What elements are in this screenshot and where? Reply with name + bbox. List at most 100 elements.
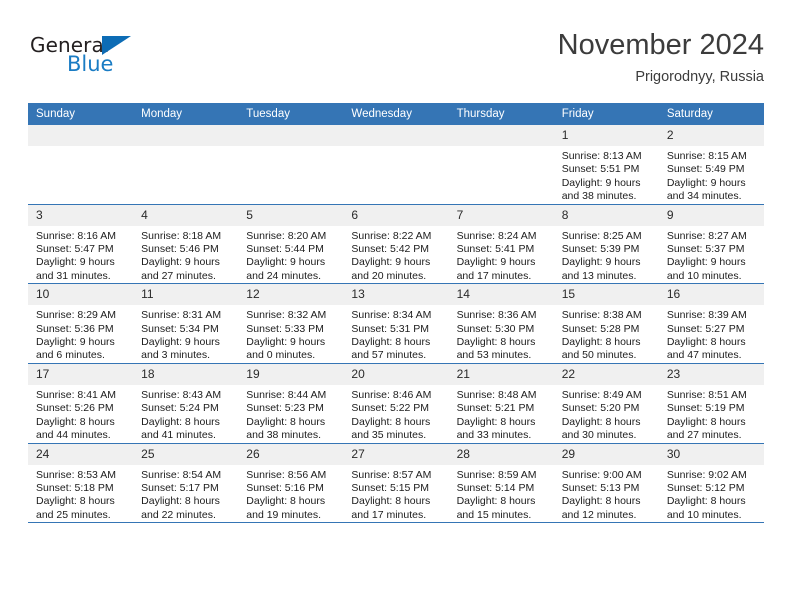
day-details: Sunrise: 8:25 AM Sunset: 5:39 PM Daylight:… (554, 226, 659, 284)
calendar-day-cell[interactable]: 1 Sunrise: 8:13 AM Sunset: 5:51 PM Daylight… (553, 125, 659, 205)
sunset-text: Sunset: 5:15 PM (351, 481, 430, 494)
sunset-text: Sunset: 5:44 PM (246, 243, 324, 256)
calendar-day-cell[interactable]: 2 Sunrise: 8:15 AM Sunset: 5:49 PM Daylight… (658, 125, 764, 205)
calendar-day-cell[interactable]: 22 Sunrise: 8:49 AM Sunset: 5:20 PM Dayligh… (553, 362, 659, 443)
calendar-day-cell[interactable]: 13 Sunrise: 8:34 AM Sunset: 5:31 PM Dayligh… (343, 283, 449, 364)
calendar-day-cell[interactable]: 16 Sunrise: 8:39 AM Sunset: 5:27 PM Dayligh… (658, 283, 764, 364)
calendar-day-cell[interactable]: 7 Sunrise: 8:24 AM Sunset: 5:41 PM Daylight… (448, 203, 554, 284)
calendar-table: Sunday Monday Tuesday Wednesday Thursday… (28, 103, 764, 524)
page-subtitle: Prigorodnyy, Russia (635, 69, 764, 85)
calendar-day-cell[interactable]: 4 Sunrise: 8:18 AM Sunset: 5:46 PM Daylight… (133, 203, 239, 284)
sunrise-text: Sunrise: 8:46 AM (351, 388, 432, 401)
day-number: 15 (553, 284, 659, 306)
sunrise-text: Sunrise: 8:29 AM (36, 309, 116, 322)
daylight-text: Daylight: 9 hours and 6 minutes. (36, 336, 115, 362)
calendar-day-cell[interactable]: 12 Sunrise: 8:32 AM Sunset: 5:33 PM Dayligh… (238, 283, 344, 364)
daylight-text: Daylight: 8 hours and 19 minutes. (246, 495, 326, 521)
calendar-body: 1 Sunrise: 8:13 AM Sunset: 5:51 PM Daylight… (28, 125, 764, 524)
calendar-day-cell[interactable]: 9 Sunrise: 8:27 AM Sunset: 5:37 PM Daylight… (658, 203, 764, 284)
day-number: 18 (133, 363, 239, 385)
general-blue-logo[interactable]: General Blue (30, 34, 150, 84)
calendar-day-cell[interactable]: 19 Sunrise: 8:44 AM Sunset: 5:23 PM Dayligh… (238, 362, 344, 443)
day-details: Sunrise: 8:27 AM Sunset: 5:37 PM Daylight:… (659, 226, 764, 284)
calendar-day-cell[interactable]: 14 Sunrise: 8:36 AM Sunset: 5:30 PM Dayligh… (448, 283, 554, 364)
calendar-day-cell[interactable]: 6 Sunrise: 8:22 AM Sunset: 5:42 PM Daylight… (343, 203, 449, 284)
calendar-day-cell[interactable]: 15 Sunrise: 8:38 AM Sunset: 5:28 PM Dayligh… (553, 283, 659, 364)
daylight-text: Daylight: 8 hours and 44 minutes. (36, 415, 115, 442)
day-number: 28 (448, 443, 554, 465)
daylight-text: Daylight: 8 hours and 50 minutes. (561, 336, 641, 362)
day-details: Sunrise: 8:38 AM Sunset: 5:28 PM Daylight:… (554, 305, 659, 363)
day-details: Sunrise: 8:51 AM Sunset: 5:19 PM Daylight:… (659, 385, 764, 443)
calendar-day-cell[interactable]: 20 Sunrise: 8:46 AM Sunset: 5:22 PM Dayligh… (343, 362, 449, 443)
daylight-text: Daylight: 8 hours and 38 minutes. (246, 415, 326, 442)
day-details: Sunrise: 8:43 AM Sunset: 5:24 PM Daylight:… (133, 385, 238, 443)
daylight-text: Daylight: 8 hours and 41 minutes. (141, 415, 220, 442)
sunrise-text: Sunrise: 8:56 AM (246, 468, 327, 481)
sunrise-text: Sunrise: 8:22 AM (351, 229, 432, 242)
calendar-day-cell[interactable]: 29 Sunrise: 9:00 AM Sunset: 5:13 PM Dayligh… (553, 442, 659, 524)
sunset-text: Sunset: 5:37 PM (666, 243, 745, 256)
sunrise-text: Sunrise: 8:48 AM (456, 388, 537, 401)
calendar-day-cell[interactable]: 5 Sunrise: 8:20 AM Sunset: 5:44 PM Daylight… (238, 203, 344, 284)
day-details: Sunrise: 8:54 AM Sunset: 5:17 PM Daylight:… (133, 465, 238, 523)
day-number: 9 (658, 204, 764, 226)
weekday-header-friday: Friday (553, 103, 659, 125)
day-details: Sunrise: 8:20 AM Sunset: 5:44 PM Daylight:… (238, 226, 343, 284)
calendar-day-cell[interactable]: 18 Sunrise: 8:43 AM Sunset: 5:24 PM Dayligh… (133, 362, 239, 443)
day-number: 23 (658, 363, 764, 385)
daylight-text: Daylight: 9 hours and 13 minutes. (561, 256, 641, 282)
day-number: 5 (238, 204, 344, 226)
calendar-page: General Blue November 2024 Prigorodnyy, … (0, 0, 792, 612)
sunset-text: Sunset: 5:49 PM (666, 163, 745, 176)
weekday-header-monday: Monday (133, 103, 239, 125)
day-details: Sunrise: 8:44 AM Sunset: 5:23 PM Daylight:… (238, 385, 343, 443)
sunset-text: Sunset: 5:33 PM (246, 322, 324, 335)
calendar-day-cell[interactable]: 25 Sunrise: 8:54 AM Sunset: 5:17 PM Dayligh… (133, 442, 239, 524)
sunrise-text: Sunrise: 8:57 AM (351, 468, 432, 481)
day-number: 12 (238, 284, 344, 306)
sunset-text: Sunset: 5:17 PM (141, 481, 219, 494)
sunrise-text: Sunrise: 9:02 AM (666, 468, 747, 481)
day-number: 6 (343, 204, 449, 226)
daylight-text: Daylight: 8 hours and 12 minutes. (561, 495, 641, 521)
sunset-text: Sunset: 5:14 PM (456, 481, 535, 494)
daylight-text: Daylight: 8 hours and 27 minutes. (666, 415, 746, 442)
calendar-day-cell[interactable]: 3 Sunrise: 8:16 AM Sunset: 5:47 PM Daylight… (28, 203, 134, 284)
day-number (448, 125, 554, 146)
calendar-day-cell[interactable]: 17 Sunrise: 8:41 AM Sunset: 5:26 PM Dayligh… (28, 362, 134, 443)
sunrise-text: Sunrise: 8:36 AM (456, 309, 537, 322)
calendar-day-cell[interactable]: 10 Sunrise: 8:29 AM Sunset: 5:36 PM Dayligh… (28, 283, 134, 364)
calendar-day-cell[interactable]: 28 Sunrise: 8:59 AM Sunset: 5:14 PM Dayligh… (448, 442, 554, 524)
weekday-header-thursday: Thursday (448, 103, 554, 125)
day-number: 2 (658, 125, 764, 146)
weekday-header-wednesday: Wednesday (343, 103, 449, 125)
day-details: Sunrise: 8:34 AM Sunset: 5:31 PM Daylight:… (343, 305, 448, 363)
day-details: Sunrise: 8:46 AM Sunset: 5:22 PM Daylight:… (343, 385, 448, 443)
calendar-day-cell[interactable]: 30 Sunrise: 9:02 AM Sunset: 5:12 PM Dayligh… (658, 442, 764, 524)
sunrise-text: Sunrise: 8:54 AM (141, 468, 222, 481)
calendar-day-cell[interactable]: 24 Sunrise: 8:53 AM Sunset: 5:18 PM Dayligh… (28, 442, 134, 524)
daylight-text: Daylight: 8 hours and 47 minutes. (666, 336, 746, 362)
calendar-day-cell[interactable]: 21 Sunrise: 8:48 AM Sunset: 5:21 PM Dayligh… (448, 362, 554, 443)
day-number: 24 (28, 443, 134, 465)
calendar-head: Sunday Monday Tuesday Wednesday Thursday… (28, 103, 764, 125)
calendar-day-cell-empty (133, 125, 239, 205)
daylight-text: Daylight: 8 hours and 30 minutes. (561, 415, 641, 442)
calendar-day-cell[interactable]: 8 Sunrise: 8:25 AM Sunset: 5:39 PM Daylight… (553, 203, 659, 284)
calendar-day-cell[interactable]: 11 Sunrise: 8:31 AM Sunset: 5:34 PM Dayligh… (133, 283, 239, 364)
sunrise-text: Sunrise: 8:27 AM (666, 229, 747, 242)
daylight-text: Daylight: 9 hours and 38 minutes. (561, 176, 641, 203)
day-number: 3 (28, 204, 134, 226)
calendar-day-cell[interactable]: 26 Sunrise: 8:56 AM Sunset: 5:16 PM Dayligh… (238, 442, 344, 524)
sunset-text: Sunset: 5:26 PM (36, 402, 114, 415)
day-number: 21 (448, 363, 554, 385)
day-number: 26 (238, 443, 344, 465)
calendar-day-cell-empty (343, 125, 449, 205)
sunset-text: Sunset: 5:51 PM (561, 163, 640, 176)
calendar-day-cell[interactable]: 23 Sunrise: 8:51 AM Sunset: 5:19 PM Dayligh… (658, 362, 764, 443)
day-number (343, 125, 449, 146)
logo-word-blue: Blue (67, 52, 114, 76)
calendar-day-cell[interactable]: 27 Sunrise: 8:57 AM Sunset: 5:15 PM Dayligh… (343, 442, 449, 524)
sunrise-text: Sunrise: 8:41 AM (36, 388, 116, 401)
